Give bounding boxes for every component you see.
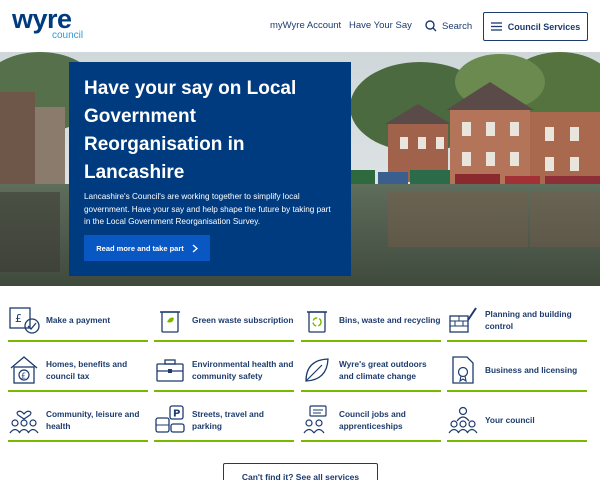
nav-mywyre-account[interactable]: myWyre Account <box>270 20 341 31</box>
service-label: Green waste subscription <box>192 315 294 325</box>
green-bin-icon <box>160 311 180 333</box>
svg-text:£: £ <box>15 312 22 325</box>
council-services-label: Council Services <box>507 21 581 32</box>
payment-icon: £ <box>9 307 40 334</box>
see-all-services-label: Can't find it? See all services <box>241 472 360 480</box>
briefcase-icon <box>156 359 184 382</box>
nav-have-your-say[interactable]: Have Your Say <box>349 20 412 31</box>
service-label: Homes, benefits and council tax <box>46 359 128 381</box>
council-services-button[interactable]: Council Services <box>483 12 588 41</box>
site-header: wyre council myWyre Account Have Your Sa… <box>0 0 600 52</box>
service-label: Bins, waste and recycling <box>339 315 441 325</box>
jobs-people-icon <box>303 405 327 434</box>
wyre-council-logo[interactable]: wyre council <box>12 4 83 42</box>
bricks-pencil-icon <box>449 307 477 333</box>
service-green-waste[interactable]: Green waste subscription <box>154 300 294 342</box>
search-label: Search <box>442 20 473 32</box>
service-homes-benefits-council-tax[interactable]: £ Homes, benefits and council tax <box>8 350 148 392</box>
service-environmental-health[interactable]: Environmental health and community safet… <box>154 350 294 392</box>
logo-sub-text: council <box>52 30 84 41</box>
logo-main-text: wyre <box>12 4 72 34</box>
service-label: Business and licensing <box>485 365 578 375</box>
service-your-council[interactable]: Your council <box>447 400 587 442</box>
service-great-outdoors[interactable]: Wyre's great outdoors and climate change <box>301 350 441 392</box>
service-council-jobs[interactable]: Council jobs and apprenticeships <box>301 400 441 442</box>
read-more-label: Read more and take part <box>96 243 184 253</box>
service-label: Make a payment <box>46 315 111 325</box>
service-label: Community, leisure and health <box>46 409 140 431</box>
certificate-icon <box>452 356 474 384</box>
hero-text: Lancashire's Council's are working toget… <box>84 192 331 226</box>
community-heart-icon <box>9 410 39 434</box>
see-all-services-button[interactable]: Can't find it? See all services <box>223 463 378 480</box>
service-label: Planning and building control <box>485 309 572 331</box>
svg-text:£: £ <box>21 372 26 381</box>
read-more-button[interactable]: Read more and take part <box>84 235 210 261</box>
chevron-right-icon <box>192 244 198 252</box>
service-business-licensing[interactable]: Business and licensing <box>447 350 587 392</box>
council-people-icon <box>448 406 478 434</box>
service-label: Wyre's great outdoors and climate change <box>339 359 427 381</box>
service-community-leisure-health[interactable]: Community, leisure and health <box>8 400 148 442</box>
service-label: Council jobs and apprenticeships <box>339 409 406 431</box>
recycling-bin-icon <box>307 311 327 333</box>
service-label: Streets, travel and parking <box>192 409 264 431</box>
parking-bus-icon: P <box>155 405 185 433</box>
service-label: Environmental health and community safet… <box>192 359 294 381</box>
service-make-a-payment[interactable]: £ Make a payment <box>8 300 148 342</box>
leaf-icon <box>305 358 329 382</box>
search-button[interactable]: Search <box>425 17 472 35</box>
service-streets-travel-parking[interactable]: P Streets, travel and parking <box>154 400 294 442</box>
house-pound-icon: £ <box>10 356 38 384</box>
service-label: Your council <box>485 415 535 425</box>
hero-title: Have your say on Local Government Reorga… <box>84 78 297 183</box>
service-bins-waste-recycling[interactable]: Bins, waste and recycling <box>301 300 441 342</box>
search-icon <box>425 20 437 32</box>
service-planning-building-control[interactable]: Planning and building control <box>447 300 587 342</box>
hero-card: Have your say on Local Government Reorga… <box>69 62 351 276</box>
svg-text:P: P <box>173 409 180 420</box>
menu-icon <box>490 22 502 31</box>
